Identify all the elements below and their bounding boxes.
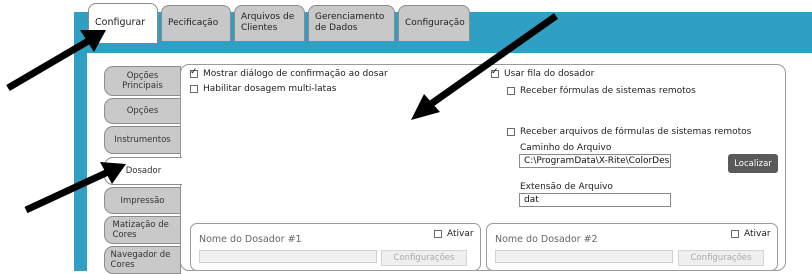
- arrow-icon: [411, 13, 559, 120]
- arrow-icon: [6, 30, 106, 92]
- annotation-arrows: [6, 13, 559, 214]
- arrow-icon: [24, 162, 126, 214]
